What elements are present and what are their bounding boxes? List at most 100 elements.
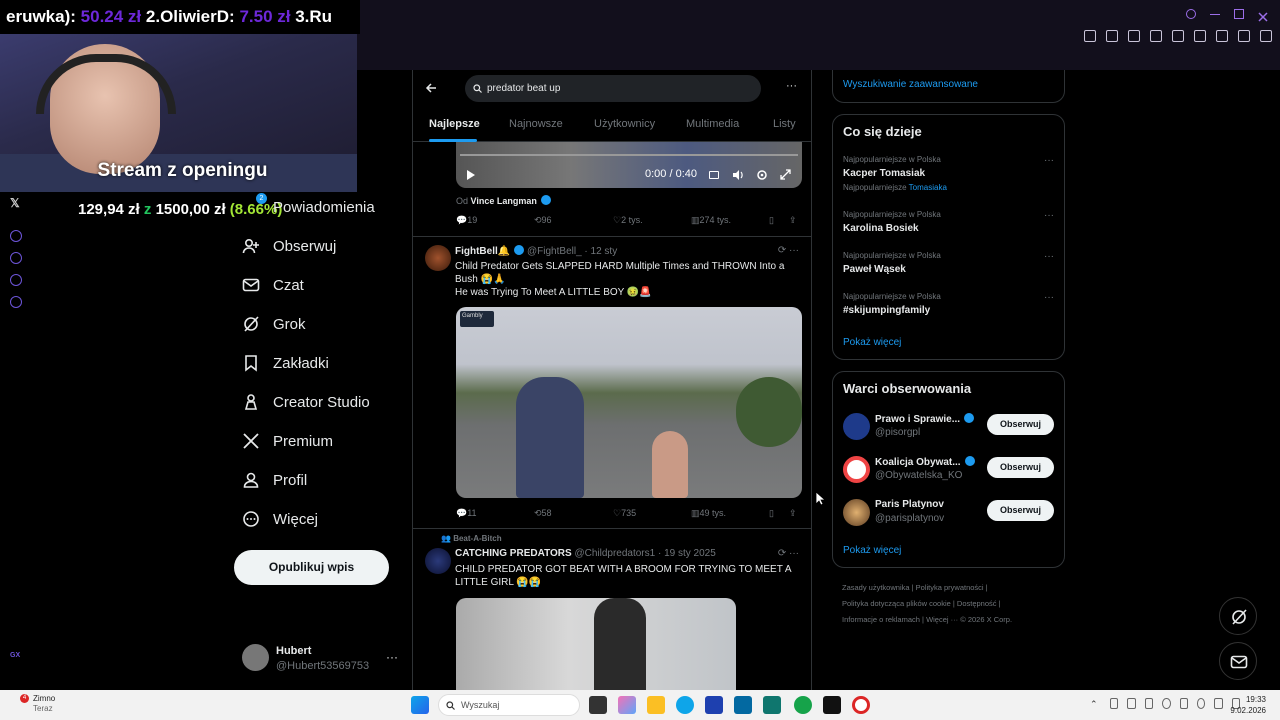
menu-icon[interactable] xyxy=(1260,30,1272,42)
spotify-icon[interactable] xyxy=(794,696,812,714)
attribution-name[interactable]: Vince Langman xyxy=(471,196,537,206)
app-icon[interactable] xyxy=(763,696,781,714)
heart-icon[interactable] xyxy=(1172,30,1184,42)
tray-icon[interactable] xyxy=(1162,698,1171,709)
tray-icon[interactable] xyxy=(1110,698,1119,709)
store-icon[interactable] xyxy=(705,696,723,714)
repost-button[interactable]: ⟲ 96 xyxy=(534,215,552,226)
more-icon[interactable]: ··· xyxy=(1044,251,1054,262)
share-icon[interactable]: ⇪ xyxy=(789,508,797,519)
reply-button[interactable]: 💬 11 xyxy=(456,508,477,519)
nav-more[interactable]: Więcej xyxy=(242,507,318,531)
tray-icon[interactable] xyxy=(1127,698,1136,709)
follow-button[interactable]: Obserwuj xyxy=(987,457,1054,478)
show-more-link[interactable]: Pokaż więcej xyxy=(843,545,901,556)
settings-icon[interactable] xyxy=(756,169,768,181)
file-explorer-icon[interactable] xyxy=(647,696,665,714)
nav-follow[interactable]: Obserwuj xyxy=(242,234,336,258)
profile-icon[interactable] xyxy=(1194,30,1206,42)
bookmark-icon[interactable]: ▯ xyxy=(769,215,774,226)
tweet-author[interactable]: CATCHING PREDATORS @Childpredators1 · 19… xyxy=(455,548,716,559)
footer-line[interactable]: Zasady użytkownika | Polityka prywatnośc… xyxy=(842,580,1072,596)
nav-grok[interactable]: Grok xyxy=(242,312,306,336)
like-button[interactable]: ♡ 735 xyxy=(613,508,636,519)
tray-icon[interactable] xyxy=(1144,698,1154,709)
search-icon[interactable] xyxy=(1186,9,1196,19)
x-icon[interactable]: 𝕏 xyxy=(10,196,20,210)
tray-chevron-icon[interactable]: ⌃ xyxy=(1090,699,1098,710)
volume-icon[interactable] xyxy=(732,169,744,181)
back-arrow-icon[interactable] xyxy=(425,82,437,94)
mail-app-icon[interactable] xyxy=(734,696,752,714)
copilot-icon[interactable] xyxy=(618,696,636,714)
nav-notifications[interactable]: 2 Powiadomienia xyxy=(242,193,375,219)
nav-profile[interactable]: Profil xyxy=(242,468,307,492)
more-icon[interactable]: ··· xyxy=(1044,210,1054,221)
more-icon[interactable]: ··· xyxy=(1044,155,1054,166)
video-player[interactable]: 0:00 / 0:40 xyxy=(456,142,802,188)
views-button[interactable]: ▥ 49 tys. xyxy=(691,508,726,519)
search-input[interactable]: predator beat up xyxy=(465,75,761,102)
wifi-icon[interactable] xyxy=(1196,698,1206,709)
tweet-image[interactable] xyxy=(456,598,736,690)
share-icon[interactable]: ⇪ xyxy=(789,215,797,226)
minimize-icon[interactable] xyxy=(1210,9,1220,15)
start-icon[interactable] xyxy=(411,696,429,714)
play-icon[interactable] xyxy=(1150,30,1162,42)
fullscreen-icon[interactable] xyxy=(780,169,791,180)
messenger-icon[interactable] xyxy=(10,230,22,242)
reply-button[interactable]: 💬 19 xyxy=(456,215,477,226)
gx-icon[interactable]: GX xyxy=(10,652,20,659)
follow-button[interactable]: Obserwuj xyxy=(987,500,1054,521)
more-icon[interactable]: ··· xyxy=(386,650,398,664)
context-label[interactable]: Beat-A-Bitch xyxy=(453,534,501,543)
play-icon[interactable] xyxy=(466,169,476,181)
bookmark-icon[interactable]: ▯ xyxy=(769,508,774,519)
more-icon[interactable]: ⟳ ··· xyxy=(778,245,799,256)
tab-latest[interactable]: Najnowsze xyxy=(509,118,563,130)
tweet-image[interactable]: Gambly xyxy=(456,307,802,498)
nav-bookmarks[interactable]: Zakładki xyxy=(242,351,329,375)
tab-people[interactable]: Użytkownicy xyxy=(594,118,655,130)
tab-media[interactable]: Multimedia xyxy=(686,118,739,130)
task-view-icon[interactable] xyxy=(589,696,607,714)
grok-button[interactable] xyxy=(1219,597,1257,635)
clock[interactable]: 19:33 9.02.2026 xyxy=(1230,694,1266,716)
like-button[interactable]: ♡ 2 tys. xyxy=(613,215,643,226)
pin-icon[interactable] xyxy=(1084,30,1096,42)
footer-line[interactable]: Informacje o reklamach | Więcej ··· © 20… xyxy=(842,612,1072,628)
volume-icon[interactable] xyxy=(1214,698,1223,709)
video-progress[interactable] xyxy=(460,154,798,156)
nav-creator-studio[interactable]: Creator Studio xyxy=(242,390,370,414)
repost-button[interactable]: ⟲ 58 xyxy=(534,508,552,519)
views-button[interactable]: ▥ 274 tys. xyxy=(691,215,731,226)
more-icon[interactable]: ··· xyxy=(1044,292,1054,303)
settings-icon[interactable] xyxy=(10,296,22,308)
footer-line[interactable]: Polityka dotycząca plików cookie | Dostę… xyxy=(842,596,1072,612)
more-icon[interactable]: ⟳ ··· xyxy=(778,548,799,559)
terminal-icon[interactable] xyxy=(823,696,841,714)
microphone-icon[interactable] xyxy=(1179,698,1188,709)
captions-icon[interactable] xyxy=(709,171,719,179)
post-button[interactable]: Opublikuj wpis xyxy=(234,550,389,585)
shield-icon[interactable] xyxy=(1128,30,1140,42)
ai-icon[interactable] xyxy=(1238,30,1250,42)
history-icon[interactable] xyxy=(10,252,22,264)
download-icon[interactable] xyxy=(1216,30,1228,42)
advanced-search-link[interactable]: Wyszukiwanie zaawansowane xyxy=(843,79,978,90)
screenshot-icon[interactable] xyxy=(1106,30,1118,42)
show-more-link[interactable]: Pokaż więcej xyxy=(843,337,901,348)
opera-gx-icon[interactable] xyxy=(852,696,870,714)
taskbar-search[interactable]: Wyszukaj xyxy=(438,694,580,716)
edge-icon[interactable] xyxy=(676,696,694,714)
tab-lists[interactable]: Listy xyxy=(773,118,796,130)
follow-button[interactable]: Obserwuj xyxy=(987,414,1054,435)
tweet-author[interactable]: FightBell🔔 @FightBell_ · 12 sty xyxy=(455,245,617,257)
avatar[interactable] xyxy=(425,548,451,574)
close-icon[interactable] xyxy=(1258,9,1268,22)
messages-button[interactable] xyxy=(1219,642,1257,680)
more-icon[interactable]: ··· xyxy=(786,80,797,92)
account-switcher[interactable]: Hubert @Hubert53569753 ··· xyxy=(242,644,402,678)
maximize-icon[interactable] xyxy=(1234,9,1244,19)
trend-extra-link[interactable]: Tomasiaka xyxy=(909,183,947,192)
